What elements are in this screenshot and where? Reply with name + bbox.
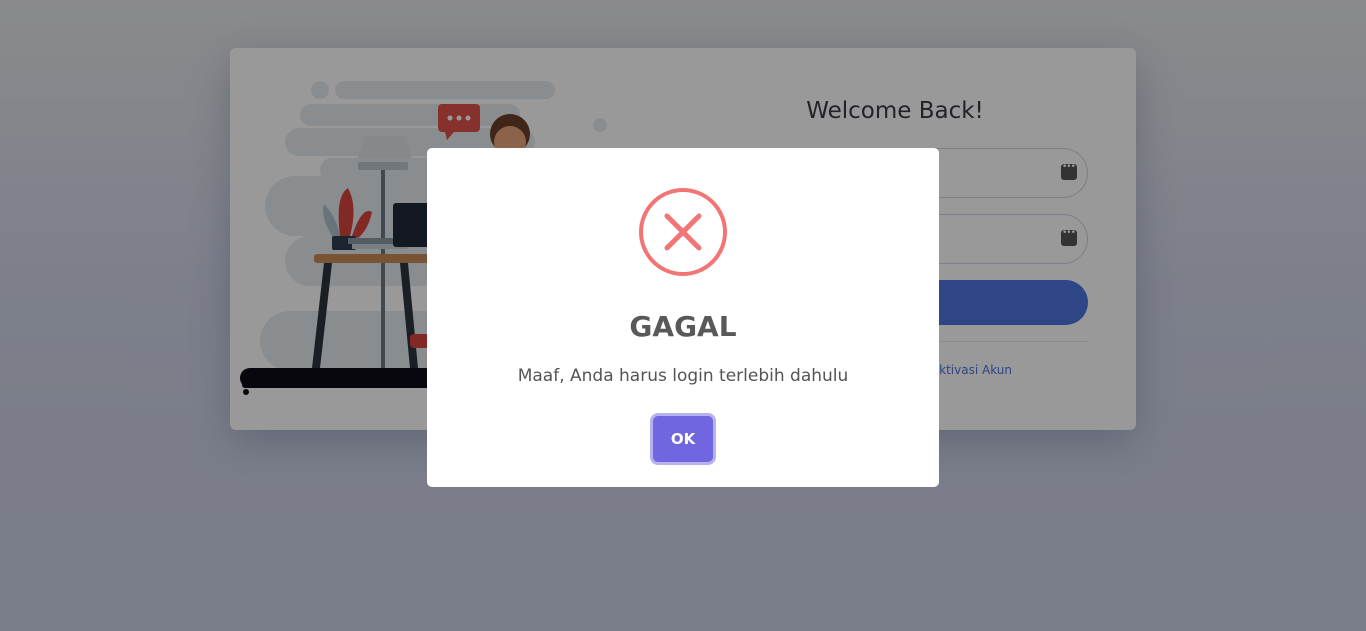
error-x-icon (639, 188, 727, 276)
ok-button[interactable]: OK (653, 416, 713, 462)
alert-dialog: GAGAL Maaf, Anda harus login terlebih da… (427, 148, 939, 487)
dialog-title: GAGAL (629, 310, 737, 343)
modal-backdrop[interactable]: GAGAL Maaf, Anda harus login terlebih da… (0, 0, 1366, 631)
dialog-message: Maaf, Anda harus login terlebih dahulu (517, 366, 849, 386)
